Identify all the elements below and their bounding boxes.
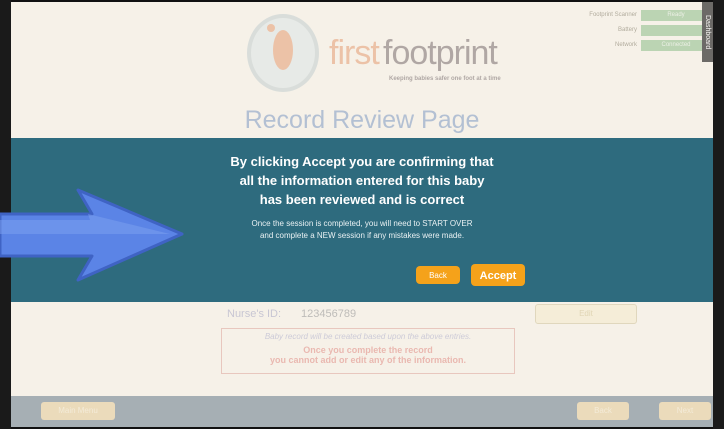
pointer-arrow-icon <box>0 188 184 282</box>
accept-button[interactable]: Accept <box>471 264 525 286</box>
dialog-back-button[interactable]: Back <box>416 266 460 284</box>
dialog-title-line-1: By clicking Accept you are confirming th… <box>230 154 494 169</box>
right-frame <box>713 0 724 429</box>
